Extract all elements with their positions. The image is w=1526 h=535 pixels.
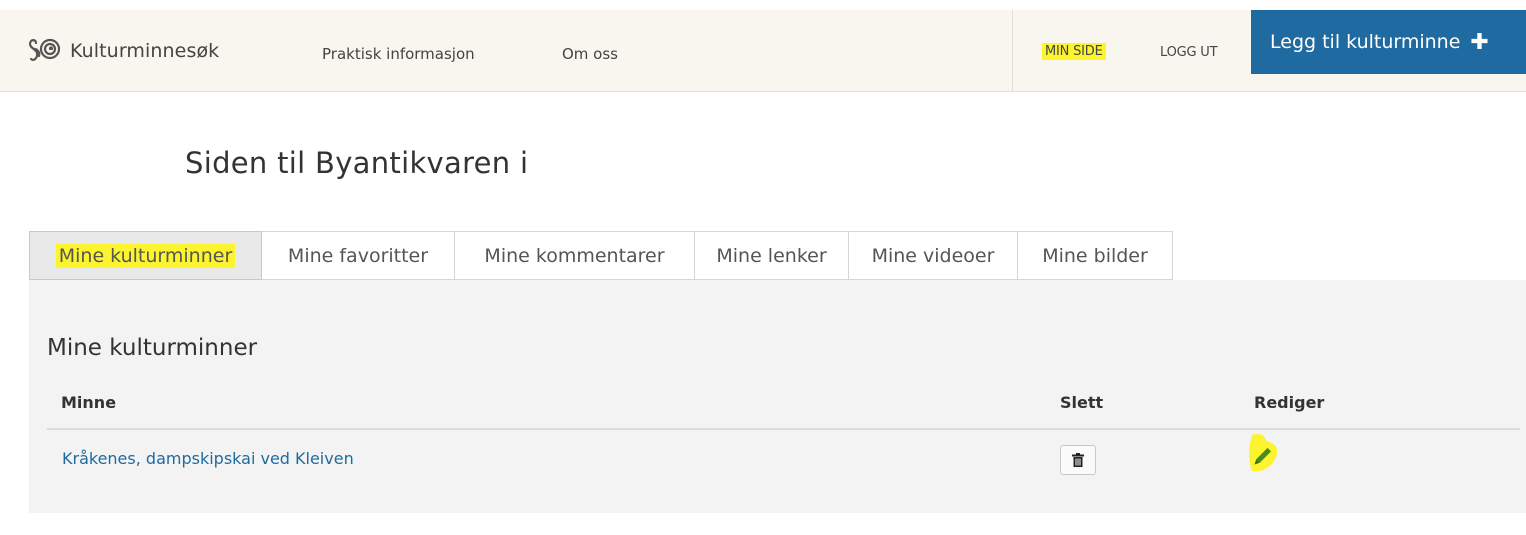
tab-mine-kommentarer[interactable]: Mine kommentarer [455, 231, 695, 280]
tab-panel: Mine kulturminner Minne Slett Rediger Kr… [29, 280, 1526, 513]
page-title: Siden til Byantikvaren i [185, 146, 529, 180]
panel-title: Mine kulturminner [47, 335, 258, 361]
tab-mine-favoritter[interactable]: Mine favoritter [262, 231, 455, 280]
trash-icon [1072, 453, 1084, 467]
delete-button[interactable] [1060, 445, 1096, 475]
tab-label: Mine videoer [871, 244, 995, 267]
kulturminne-link[interactable]: Kråkenes, dampskipskai ved Kleiven [62, 449, 354, 468]
plus-icon: ✚ [1470, 29, 1489, 55]
nav-om-oss[interactable]: Om oss [562, 45, 618, 63]
pencil-icon[interactable] [1246, 431, 1288, 476]
brand-name: Kulturminnesøk [70, 40, 220, 62]
top-edge-strip [0, 0, 1526, 10]
site-header: Kulturminnesøk Praktisk informasjon Om o… [0, 10, 1526, 92]
tab-mine-videoer[interactable]: Mine videoer [849, 231, 1018, 280]
add-button-label: Legg til kulturminne [1270, 31, 1461, 53]
nav-divider [1012, 10, 1013, 91]
brand-link[interactable]: Kulturminnesøk [28, 36, 219, 66]
tab-label: Mine bilder [1042, 244, 1148, 267]
tab-label: Mine favoritter [287, 244, 429, 267]
column-header-slett: Slett [1060, 393, 1104, 412]
column-header-minne: Minne [61, 393, 117, 412]
nav-praktisk-informasjon[interactable]: Praktisk informasjon [322, 45, 475, 63]
tab-mine-lenker[interactable]: Mine lenker [695, 231, 849, 280]
tab-mine-kulturminner[interactable]: Mine kulturminner [29, 231, 262, 280]
column-header-rediger: Rediger [1254, 393, 1325, 412]
tab-mine-bilder[interactable]: Mine bilder [1018, 231, 1173, 280]
tab-bar: Mine kulturminner Mine favoritter Mine k… [29, 231, 1173, 281]
logo-icon [28, 38, 61, 61]
tab-label: Mine lenker [716, 244, 827, 267]
add-kulturminne-button[interactable]: Legg til kulturminne ✚ [1251, 10, 1526, 74]
tab-label: Mine kommentarer [484, 244, 665, 267]
tab-label: Mine kulturminner [55, 243, 236, 268]
table-header-divider [47, 428, 1520, 430]
min-side-link[interactable]: MIN SIDE [1042, 43, 1106, 60]
logg-ut-link[interactable]: LOGG UT [1160, 45, 1218, 60]
